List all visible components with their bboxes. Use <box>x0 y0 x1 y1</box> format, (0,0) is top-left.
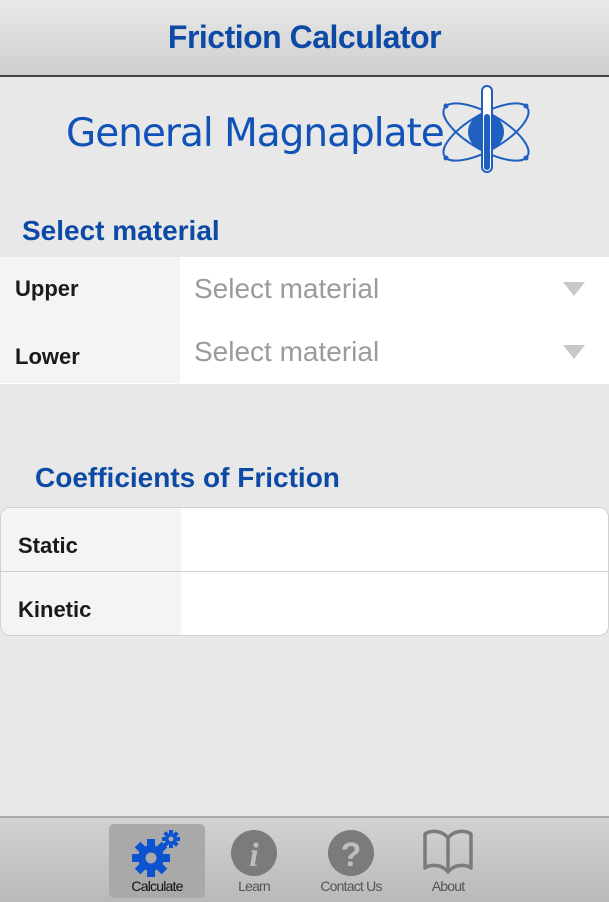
upper-material-select[interactable]: Select material <box>180 257 609 320</box>
static-row: Static <box>1 508 608 571</box>
svg-text:i: i <box>249 837 259 874</box>
lower-label: Lower <box>0 320 180 383</box>
info-icon: i <box>231 830 277 876</box>
app-header: Friction Calculator <box>0 0 609 77</box>
lower-material-row: Lower Select material <box>0 320 609 383</box>
upper-material-row: Upper Select material <box>0 257 609 320</box>
upper-select-placeholder: Select material <box>194 272 380 304</box>
tab-learn-label: Learn <box>238 878 271 894</box>
svg-text:?: ? <box>341 836 362 874</box>
select-material-heading: Select material <box>22 215 220 246</box>
kinetic-row: Kinetic <box>1 571 608 635</box>
logo-text: General Magnaplate <box>66 111 445 156</box>
dropdown-arrow-icon <box>563 344 585 359</box>
bottom-tab-bar: Calculate i Learn ? Contact Us About <box>0 816 609 902</box>
material-selection-table: Upper Select material Lower Select mater… <box>0 257 609 384</box>
gears-icon <box>132 830 180 877</box>
company-logo: General Magnaplate <box>66 84 541 179</box>
coefficients-table: Static Kinetic <box>0 507 609 636</box>
tab-about-label: About <box>431 878 465 894</box>
tab-learn[interactable]: i Learn <box>206 824 302 898</box>
static-value <box>181 508 608 571</box>
dropdown-arrow-icon <box>563 281 585 296</box>
lower-select-placeholder: Select material <box>194 335 380 367</box>
tab-about[interactable]: About <box>400 824 496 898</box>
static-label: Static <box>1 508 181 571</box>
book-icon <box>423 829 473 874</box>
lower-material-select[interactable]: Select material <box>180 320 609 383</box>
page-title: Friction Calculator <box>167 19 442 55</box>
atom-test-tube-icon <box>442 85 530 173</box>
kinetic-label: Kinetic <box>1 572 181 635</box>
upper-label: Upper <box>0 257 180 320</box>
tab-contact-us-label: Contact Us <box>320 878 382 894</box>
tab-calculate-label: Calculate <box>131 878 183 894</box>
coefficients-heading: Coefficients of Friction <box>35 462 340 493</box>
kinetic-value <box>181 572 608 635</box>
question-icon: ? <box>328 830 374 876</box>
tab-contact-us[interactable]: ? Contact Us <box>303 824 399 898</box>
tab-calculate[interactable]: Calculate <box>109 824 205 898</box>
